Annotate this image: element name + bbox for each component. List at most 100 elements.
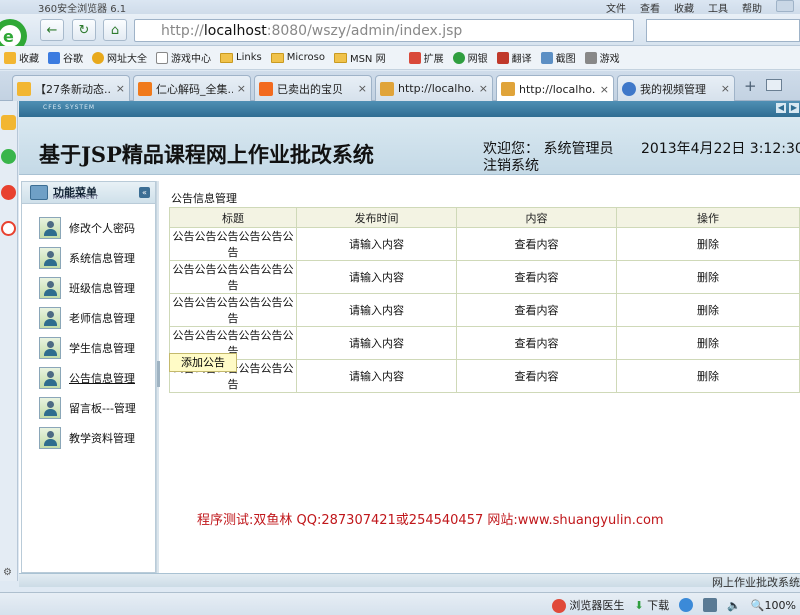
- menu-item-teaching-materials[interactable]: 教学资料管理: [39, 426, 135, 450]
- menu-item-class-info[interactable]: 班级信息管理: [39, 276, 135, 300]
- menu-item-student-info[interactable]: 学生信息管理: [39, 336, 135, 360]
- menu-icon: [30, 185, 48, 200]
- close-icon[interactable]: ×: [479, 82, 488, 95]
- logout-link[interactable]: 注销系统: [483, 155, 539, 175]
- tab-strip: 【27条新动态... × 仁心解码_全集... × 已卖出的宝贝 × http://l…: [0, 71, 800, 102]
- delete-link[interactable]: 删除: [616, 260, 800, 294]
- home-icon: ⌂: [110, 22, 120, 38]
- gear-icon[interactable]: ⚙: [3, 567, 12, 578]
- chat-icon[interactable]: [1, 149, 16, 164]
- view-content-link[interactable]: 查看内容: [456, 260, 617, 294]
- toolbar-extensions[interactable]: 扩展: [408, 50, 444, 65]
- view-content-link[interactable]: 查看内容: [456, 359, 617, 393]
- scroll-right-icon[interactable]: ▶: [789, 103, 799, 113]
- tab-3[interactable]: 已卖出的宝贝 ×: [254, 75, 372, 101]
- delete-link[interactable]: 删除: [616, 293, 800, 327]
- content-panel: 公告信息管理 标题 发布时间 内容 操作 公告公告公告公告公告公告 请输入内容 …: [167, 185, 800, 573]
- close-icon[interactable]: ×: [721, 82, 730, 95]
- browser-sidebar: ⚙: [0, 101, 18, 581]
- tab-6[interactable]: 我的视频管理 ×: [617, 75, 735, 101]
- shopping-icon[interactable]: [1, 221, 16, 236]
- tab-5-active[interactable]: http://localho... ×: [496, 75, 614, 102]
- close-icon[interactable]: ×: [116, 82, 125, 95]
- menu-help[interactable]: 帮助: [742, 0, 762, 15]
- close-icon[interactable]: ×: [358, 82, 367, 95]
- menu-item-message-board[interactable]: 留言板---管理: [39, 396, 136, 420]
- speaker-icon[interactable]: 🔈: [727, 599, 741, 612]
- weibo-icon[interactable]: [1, 185, 16, 200]
- bookmark-msn[interactable]: MSN 网: [333, 50, 386, 65]
- back-button[interactable]: ←: [40, 19, 64, 41]
- zoom-control[interactable]: 🔍100%: [751, 599, 796, 612]
- menu-item-system-info[interactable]: 系统信息管理: [39, 246, 135, 270]
- panel-title: 公告信息管理: [171, 192, 237, 205]
- page-footer: 网上作业批改系统: [19, 573, 800, 589]
- ie-mode-icon[interactable]: [679, 598, 694, 612]
- download-arrow-icon: ⬇: [634, 599, 644, 612]
- page-icon: [501, 82, 515, 96]
- scroll-left-icon[interactable]: ◀: [776, 103, 786, 113]
- minimize-button[interactable]: [776, 0, 794, 12]
- menu-item-notice-info[interactable]: 公告信息管理: [39, 366, 135, 390]
- browser-doctor[interactable]: 浏览器医生: [551, 597, 624, 613]
- zoom-icon: 🔍: [750, 598, 765, 612]
- delete-link[interactable]: 删除: [616, 227, 800, 261]
- bookmark-google[interactable]: 谷歌: [48, 50, 83, 65]
- star-icon: [17, 81, 31, 96]
- user-icon: [39, 307, 61, 329]
- refresh-button[interactable]: ↻: [72, 19, 96, 41]
- view-content-link[interactable]: 查看内容: [456, 227, 617, 261]
- menu-tools[interactable]: 工具: [708, 0, 728, 15]
- toolbar-translate[interactable]: 翻译: [496, 50, 532, 65]
- page-header: 基于JSP精品课程网上作业批改系统 欢迎您： 系统管理员 2013年4月22日 …: [19, 117, 800, 175]
- toolbar-bank[interactable]: 网银: [452, 50, 488, 65]
- tab-4[interactable]: http://localho... ×: [375, 75, 493, 101]
- cell-title: 公告公告公告公告公告公告: [169, 227, 297, 261]
- tab-1[interactable]: 【27条新动态... ×: [12, 75, 130, 101]
- tab-2[interactable]: 仁心解码_全集... ×: [133, 75, 251, 101]
- tab-list-icon[interactable]: [766, 79, 782, 91]
- view-content-link[interactable]: 查看内容: [456, 326, 617, 360]
- doctor-icon: [551, 599, 566, 613]
- menu-bar: 文件 查看 收藏 工具 帮助: [606, 0, 800, 15]
- view-content-link[interactable]: 查看内容: [456, 293, 617, 327]
- menu-item-teacher-info[interactable]: 老师信息管理: [39, 306, 135, 330]
- bookmark-site-nav[interactable]: 网址大全: [92, 50, 147, 65]
- search-box[interactable]: [646, 19, 800, 42]
- cell-title: 公告公告公告公告公告公告: [169, 260, 297, 294]
- delete-link[interactable]: 删除: [616, 326, 800, 360]
- home-button[interactable]: ⌂: [103, 19, 127, 41]
- top-strip: CFES SYSTEM ◀ ▶: [19, 101, 800, 117]
- add-notice-button[interactable]: 添加公告: [169, 353, 237, 372]
- credit-text: 程序测试:双鱼林 QQ:287307421或254540457 网站:www.s…: [197, 513, 664, 528]
- address-url[interactable]: http://localhost:8080/wszy/admin/index.j…: [135, 23, 462, 39]
- address-bar[interactable]: http://localhost:8080/wszy/admin/index.j…: [134, 19, 634, 42]
- close-icon[interactable]: ×: [600, 83, 609, 96]
- back-arrow-icon: ←: [46, 22, 58, 38]
- menu-favorites[interactable]: 收藏: [674, 0, 694, 15]
- menu-subtitle: MANAGEMENT: [53, 195, 100, 201]
- window-icon[interactable]: [703, 598, 718, 612]
- download-button[interactable]: ⬇ 下载: [634, 597, 669, 613]
- delete-link[interactable]: 删除: [616, 359, 800, 393]
- menu-file[interactable]: 文件: [606, 0, 626, 15]
- user-icon: [39, 397, 61, 419]
- new-tab-button[interactable]: +: [744, 77, 757, 95]
- bookmark-links[interactable]: Links: [220, 52, 262, 63]
- favorites-icon[interactable]: [1, 115, 16, 130]
- cell-time: 请输入内容: [296, 260, 457, 294]
- menu-item-change-password[interactable]: 修改个人密码: [39, 216, 135, 240]
- bookmark-favorites[interactable]: 收藏: [4, 50, 39, 65]
- bookmark-microsoft[interactable]: Microso: [270, 52, 325, 63]
- splitter-grip[interactable]: [157, 361, 160, 387]
- collapse-icon[interactable]: «: [139, 187, 150, 198]
- sohu-icon: [138, 81, 152, 96]
- menu-splitter[interactable]: [156, 181, 160, 573]
- close-icon[interactable]: ×: [237, 82, 246, 95]
- menu-view[interactable]: 查看: [640, 0, 660, 15]
- bookmark-game-center[interactable]: 游戏中心: [156, 50, 211, 65]
- toolbar-screenshot[interactable]: 截图: [540, 50, 576, 65]
- toolbar-games[interactable]: 游戏: [584, 50, 620, 65]
- cell-title: 公告公告公告公告公告公告: [169, 293, 297, 327]
- shield-icon: [452, 51, 465, 64]
